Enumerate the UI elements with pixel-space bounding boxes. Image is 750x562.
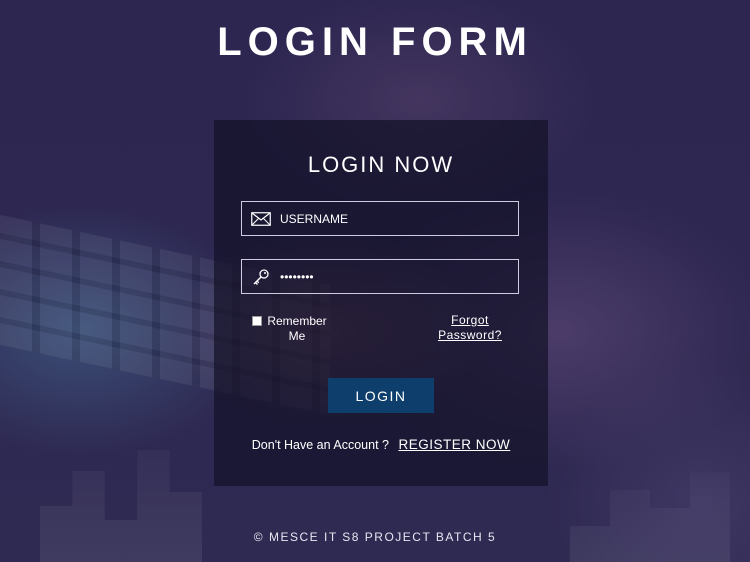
page-title: LOGIN FORM [217, 20, 533, 64]
forgot-password-link[interactable]: Forgot Password? [432, 313, 508, 343]
register-now-link[interactable]: REGISTER NOW [398, 437, 510, 452]
register-row: Don't Have an Account ? REGISTER NOW [214, 437, 548, 452]
footer-copyright: © MESCE IT S8 PROJECT BATCH 5 [253, 530, 497, 544]
background-bar-graph-right [570, 472, 730, 562]
username-field[interactable] [241, 201, 519, 236]
remember-me-label: Remember Me [267, 314, 327, 343]
login-card-title: LOGIN NOW [307, 152, 455, 177]
login-button[interactable]: LOGIN [328, 378, 434, 413]
remember-me-checkbox[interactable] [252, 316, 262, 326]
username-input[interactable] [276, 202, 518, 235]
key-icon [250, 266, 272, 288]
password-field[interactable] [241, 259, 519, 294]
register-prompt: Don't Have an Account ? [251, 438, 389, 452]
login-card: LOGIN NOW Remember Me Forgot [214, 120, 548, 486]
remember-me[interactable]: Remember Me [252, 314, 329, 344]
password-input[interactable] [276, 260, 518, 293]
envelope-icon [250, 208, 272, 230]
